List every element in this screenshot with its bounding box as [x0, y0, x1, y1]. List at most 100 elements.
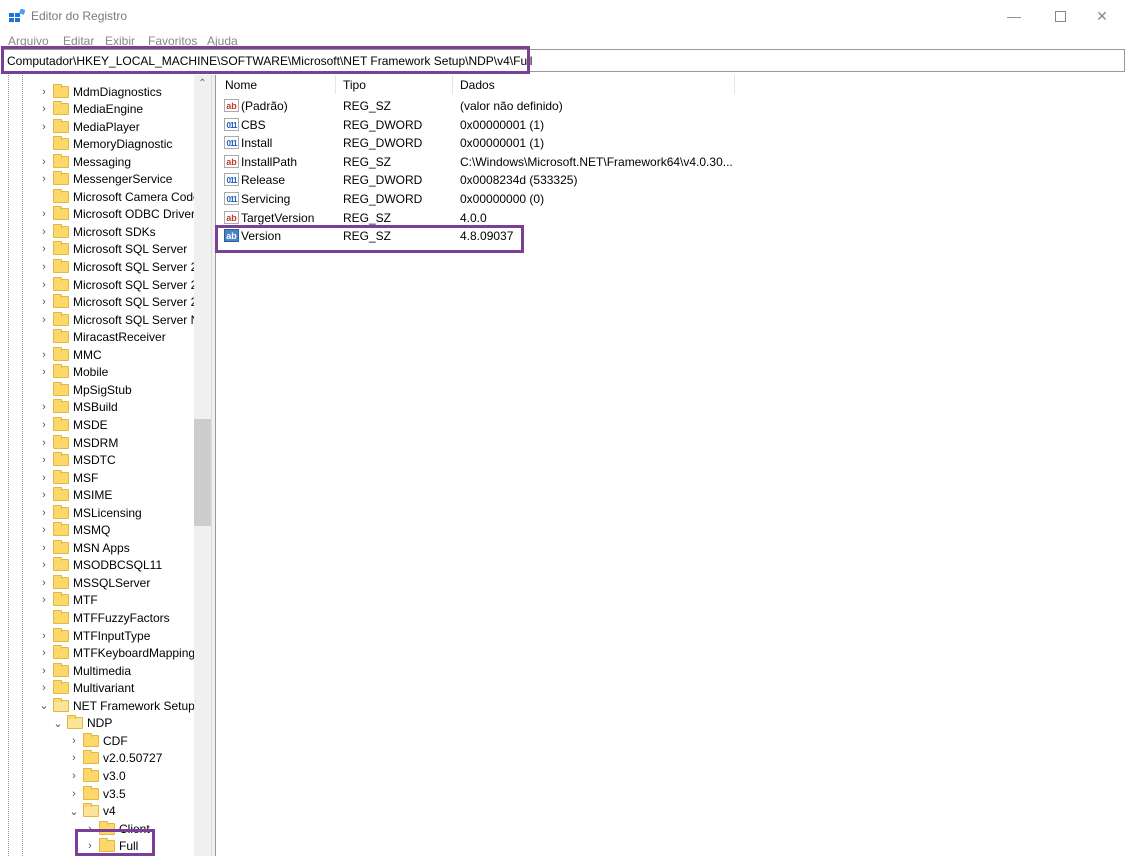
- chevron-right-icon[interactable]: ›: [38, 647, 50, 659]
- chevron-right-icon[interactable]: ›: [38, 594, 50, 606]
- tree-item[interactable]: › MSDRM: [38, 434, 118, 451]
- tree-item[interactable]: ⌄ NDP: [52, 715, 112, 732]
- tree-item[interactable]: › Microsoft ODBC Driver 1: [38, 206, 205, 223]
- tree-item[interactable]: › Multimedia: [38, 662, 131, 679]
- tree-item[interactable]: › MdmDiagnostics: [38, 83, 162, 100]
- chevron-right-icon[interactable]: ›: [38, 226, 50, 238]
- chevron-right-icon[interactable]: ›: [38, 559, 50, 571]
- chevron-right-icon[interactable]: ›: [68, 770, 80, 782]
- scroll-up-icon[interactable]: ⌃: [194, 75, 211, 92]
- tree-item[interactable]: › Microsoft SQL Server Na: [38, 311, 206, 328]
- tree-item[interactable]: › Microsoft SQL Server 201: [38, 294, 211, 311]
- address-bar[interactable]: Computador\HKEY_LOCAL_MACHINE\SOFTWARE\M…: [2, 49, 1125, 72]
- tree-item[interactable]: › MSDTC: [38, 452, 116, 469]
- tree-item[interactable]: › v2.0.50727: [68, 750, 162, 767]
- chevron-right-icon[interactable]: ›: [38, 419, 50, 431]
- chevron-right-icon[interactable]: ›: [38, 279, 50, 291]
- tree-item[interactable]: › MediaEngine: [38, 101, 143, 118]
- tree-item[interactable]: › v3.0: [68, 767, 126, 784]
- chevron-right-icon[interactable]: ›: [38, 366, 50, 378]
- tree-item[interactable]: › MTF: [38, 592, 98, 609]
- tree-item[interactable]: › Full: [84, 838, 138, 855]
- chevron-right-icon[interactable]: ›: [38, 261, 50, 273]
- menu-ajuda[interactable]: Ajuda: [207, 34, 238, 46]
- chevron-right-icon[interactable]: ›: [38, 243, 50, 255]
- chevron-right-icon[interactable]: ›: [38, 665, 50, 677]
- tree-item[interactable]: › Microsoft SQL Server 20(: [38, 259, 208, 276]
- tree-item[interactable]: › MSF: [38, 469, 98, 486]
- tree-scroll-thumb[interactable]: [194, 419, 211, 526]
- tree-item[interactable]: › MSIME: [38, 487, 112, 504]
- value-row[interactable]: 011 Release REG_DWORD 0x0008234d (533325): [216, 171, 1116, 189]
- chevron-right-icon[interactable]: ›: [38, 577, 50, 589]
- tree-item[interactable]: MpSigStub: [38, 381, 132, 398]
- tree-item[interactable]: › MSLicensing: [38, 504, 142, 521]
- tree-item[interactable]: › MSSQLServer: [38, 574, 150, 591]
- chevron-right-icon[interactable]: ›: [84, 840, 96, 852]
- tree-item[interactable]: Microsoft Camera Code: [38, 188, 200, 205]
- column-separator[interactable]: [335, 75, 336, 94]
- value-row[interactable]: ab (Padrão) REG_SZ (valor não definido): [216, 97, 1116, 115]
- tree-item[interactable]: › MessengerService: [38, 171, 172, 188]
- value-row[interactable]: 011 Install REG_DWORD 0x00000001 (1): [216, 134, 1116, 152]
- tree-item[interactable]: ⌄ NET Framework Setup: [38, 697, 195, 714]
- chevron-right-icon[interactable]: ›: [38, 630, 50, 642]
- tree-item[interactable]: MTFFuzzyFactors: [38, 610, 170, 627]
- chevron-right-icon[interactable]: ›: [38, 401, 50, 413]
- column-separator[interactable]: [734, 75, 735, 94]
- tree-item[interactable]: › MSMQ: [38, 522, 110, 539]
- chevron-right-icon[interactable]: ›: [38, 156, 50, 168]
- column-header-type[interactable]: Tipo: [343, 78, 366, 92]
- chevron-right-icon[interactable]: ›: [38, 489, 50, 501]
- tree-item[interactable]: › Mobile: [38, 364, 108, 381]
- maximize-button[interactable]: [1037, 0, 1083, 32]
- value-row[interactable]: 011 Servicing REG_DWORD 0x00000000 (0): [216, 190, 1116, 208]
- tree-item[interactable]: › MSBuild: [38, 399, 118, 416]
- tree-item[interactable]: › MediaPlayer: [38, 118, 140, 135]
- value-row[interactable]: ab TargetVersion REG_SZ 4.0.0: [216, 209, 1116, 227]
- tree-item[interactable]: › Microsoft SQL Server: [38, 241, 187, 258]
- tree-item[interactable]: › CDF: [68, 732, 128, 749]
- chevron-right-icon[interactable]: ›: [38, 454, 50, 466]
- chevron-right-icon[interactable]: ›: [38, 86, 50, 98]
- close-button[interactable]: ✕: [1079, 0, 1125, 32]
- tree-item[interactable]: › MSDE: [38, 416, 108, 433]
- tree-item[interactable]: › Microsoft SQL Server 201: [38, 276, 211, 293]
- column-separator[interactable]: [452, 75, 453, 94]
- menu-exibir[interactable]: Exibir: [105, 34, 135, 46]
- chevron-right-icon[interactable]: ›: [68, 752, 80, 764]
- tree-item[interactable]: › MSN Apps: [38, 539, 130, 556]
- tree-item[interactable]: › Client: [84, 820, 150, 837]
- tree-item[interactable]: ⌄ v4: [68, 803, 116, 820]
- column-header-data[interactable]: Dados: [460, 78, 495, 92]
- chevron-right-icon[interactable]: ›: [38, 173, 50, 185]
- tree-item[interactable]: › MSODBCSQL11: [38, 557, 162, 574]
- chevron-right-icon[interactable]: ›: [84, 823, 96, 835]
- chevron-right-icon[interactable]: ›: [38, 507, 50, 519]
- menu-arquivo[interactable]: Arquivo: [8, 34, 49, 46]
- chevron-right-icon[interactable]: ›: [68, 788, 80, 800]
- column-header-name[interactable]: Nome: [225, 78, 257, 92]
- chevron-down-icon[interactable]: ⌄: [68, 805, 80, 818]
- chevron-right-icon[interactable]: ›: [38, 208, 50, 220]
- tree-item[interactable]: › MTFInputType: [38, 627, 150, 644]
- chevron-right-icon[interactable]: ›: [68, 735, 80, 747]
- value-row[interactable]: ab Version REG_SZ 4.8.09037: [216, 227, 1116, 245]
- chevron-down-icon[interactable]: ⌄: [38, 699, 50, 712]
- tree-item[interactable]: › MMC: [38, 346, 102, 363]
- menu-favoritos[interactable]: Favoritos: [148, 34, 197, 46]
- value-row[interactable]: 011 CBS REG_DWORD 0x00000001 (1): [216, 116, 1116, 134]
- tree-item[interactable]: › Microsoft SDKs: [38, 223, 156, 240]
- chevron-down-icon[interactable]: ⌄: [52, 717, 64, 730]
- tree-item[interactable]: › v3.5: [68, 785, 126, 802]
- chevron-right-icon[interactable]: ›: [38, 682, 50, 694]
- value-row[interactable]: ab InstallPath REG_SZ C:\Windows\Microsoft.…: [216, 153, 1116, 171]
- chevron-right-icon[interactable]: ›: [38, 103, 50, 115]
- tree-item[interactable]: MemoryDiagnostic: [38, 136, 172, 153]
- chevron-right-icon[interactable]: ›: [38, 437, 50, 449]
- tree-item[interactable]: › Messaging: [38, 153, 131, 170]
- chevron-right-icon[interactable]: ›: [38, 314, 50, 326]
- chevron-right-icon[interactable]: ›: [38, 349, 50, 361]
- tree-item[interactable]: › Multivariant: [38, 680, 134, 697]
- chevron-right-icon[interactable]: ›: [38, 524, 50, 536]
